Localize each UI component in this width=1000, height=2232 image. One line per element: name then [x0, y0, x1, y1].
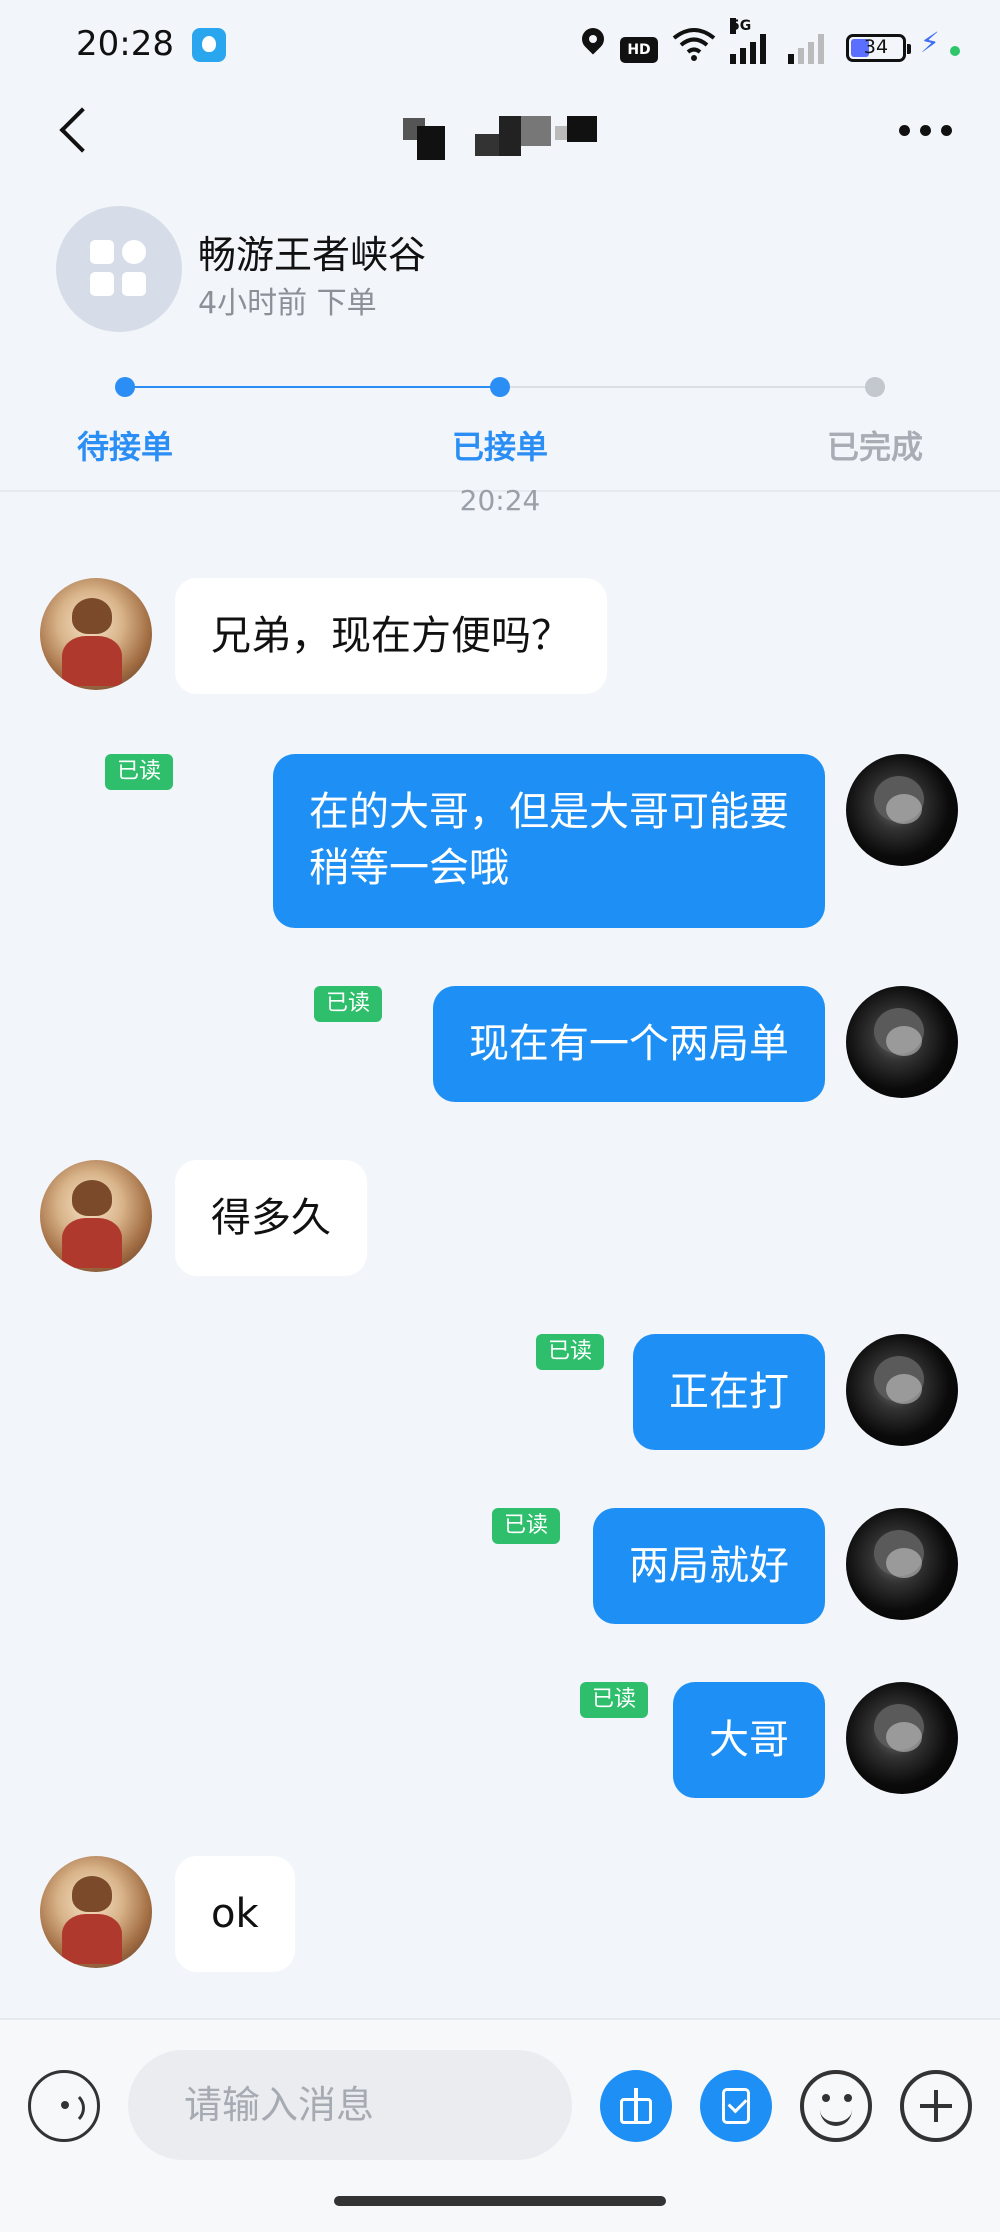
message-text: 稍等一会哦	[309, 845, 509, 891]
apps-circle	[122, 240, 146, 264]
apps-square	[90, 272, 114, 296]
message-bubble[interactable]: 现在有一个两局单	[433, 986, 825, 1102]
message-bubble[interactable]: 兄弟，现在方便吗？	[175, 578, 607, 694]
status-icons: HD 5G 34	[580, 18, 960, 64]
read-badge: 已读	[105, 754, 174, 790]
step-dot-completed	[865, 377, 885, 397]
message-text: 兄弟，现在方便吗？	[211, 613, 571, 659]
message-bubble[interactable]: 大哥	[673, 1682, 825, 1798]
message-text: ok	[211, 1891, 259, 1937]
message-bubble[interactable]: 正在打	[633, 1334, 825, 1450]
status-bar: 20:28 HD 5G 34	[0, 0, 1000, 90]
avatar-me[interactable]	[846, 986, 958, 1098]
step-dot-accepted	[490, 377, 510, 397]
apps-square	[122, 272, 146, 296]
message-bubble[interactable]: 在的大哥，但是大哥可能要 稍等一会哦	[273, 754, 825, 928]
back-button[interactable]	[52, 100, 102, 160]
apps-square	[90, 240, 114, 264]
gift-icon[interactable]	[600, 2070, 672, 2142]
charging-icon	[920, 26, 940, 62]
order-title: 畅游王者峡谷	[198, 233, 427, 277]
progress-active	[125, 386, 500, 388]
coupon-icon[interactable]	[700, 2070, 772, 2142]
more-dot	[940, 124, 952, 136]
status-dot	[950, 45, 960, 56]
location-icon	[580, 26, 606, 62]
plus-icon[interactable]	[900, 2070, 972, 2142]
battery-icon: 34	[846, 34, 911, 62]
message-text: 正在打	[669, 1369, 789, 1415]
apps-icon	[56, 206, 182, 332]
status-time: 20:28	[76, 24, 174, 64]
message-input[interactable]	[128, 2050, 572, 2160]
blurred-contact-name	[395, 112, 605, 162]
message-bubble[interactable]: 两局就好	[593, 1508, 825, 1624]
home-indicator[interactable]	[334, 2196, 666, 2206]
read-badge: 已读	[314, 986, 383, 1022]
message-text: 大哥	[709, 1717, 789, 1763]
message-text: 得多久	[211, 1195, 331, 1241]
step-label-completed: 已完成	[826, 428, 924, 466]
avatar-me[interactable]	[846, 754, 958, 866]
battery-cap	[907, 44, 911, 54]
avatar-other[interactable]	[40, 1856, 152, 1968]
read-badge: 已读	[580, 1682, 649, 1718]
progress-track	[115, 377, 885, 397]
step-label-accepted: 已接单	[451, 428, 549, 466]
step-dot-waiting	[115, 377, 135, 397]
read-badge: 已读	[536, 1334, 605, 1370]
nav-bar	[0, 90, 1000, 190]
avatar-other[interactable]	[40, 578, 152, 690]
message-text: 在的大哥，但是大哥可能要	[309, 789, 789, 835]
message-bubble[interactable]: ok	[175, 1856, 295, 1972]
order-card[interactable]: 畅游王者峡谷 4小时前 下单 待接单 已接单 已完成	[0, 190, 1000, 492]
avatar-me[interactable]	[846, 1508, 958, 1620]
signal-weak-icon	[788, 24, 832, 64]
network-type: 5G	[730, 18, 752, 34]
message-bubble[interactable]: 得多久	[175, 1160, 367, 1276]
step-label-waiting: 待接单	[76, 428, 174, 466]
read-badge: 已读	[492, 1508, 561, 1544]
order-subtitle: 4小时前 下单	[198, 286, 377, 321]
avatar-me[interactable]	[846, 1334, 958, 1446]
message-text: 两局就好	[629, 1543, 789, 1589]
time-separator: 20:24	[459, 484, 541, 517]
wifi-icon	[672, 26, 716, 62]
message-text: 现在有一个两局单	[469, 1021, 789, 1067]
emoji-icon[interactable]	[800, 2070, 872, 2142]
avatar-other[interactable]	[40, 1160, 152, 1272]
signal-icon: 5G	[730, 18, 774, 64]
avatar-me[interactable]	[846, 1682, 958, 1794]
voice-icon[interactable]	[28, 2070, 100, 2142]
battery-percent: 34	[863, 36, 889, 58]
hd-icon: HD	[620, 37, 658, 63]
more-button[interactable]	[890, 110, 960, 150]
more-dot	[898, 124, 910, 136]
more-dot	[919, 124, 931, 136]
app-icon	[192, 28, 226, 62]
